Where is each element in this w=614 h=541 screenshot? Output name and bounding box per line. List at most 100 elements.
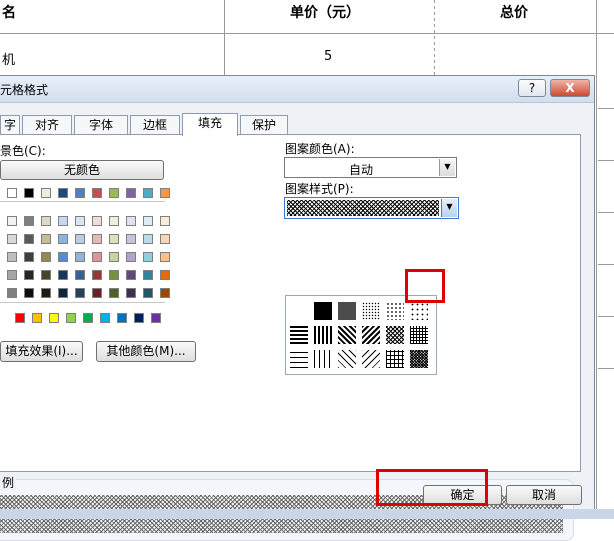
- chevron-down-icon[interactable]: ▼: [439, 159, 455, 176]
- pattern-option[interactable]: [410, 302, 428, 320]
- color-swatch[interactable]: [24, 216, 34, 226]
- color-swatch[interactable]: [83, 313, 93, 323]
- tab-protection[interactable]: 保护: [240, 115, 288, 134]
- close-button[interactable]: X: [550, 79, 590, 97]
- color-swatch[interactable]: [7, 234, 17, 244]
- color-swatch[interactable]: [32, 313, 42, 323]
- color-swatch[interactable]: [160, 270, 170, 280]
- color-swatch[interactable]: [143, 288, 153, 298]
- more-colors-button[interactable]: 其他颜色(M)...: [96, 341, 196, 362]
- color-swatch[interactable]: [126, 216, 136, 226]
- pattern-option[interactable]: [362, 302, 380, 320]
- color-swatch[interactable]: [7, 216, 17, 226]
- color-swatch[interactable]: [7, 270, 17, 280]
- color-swatch[interactable]: [126, 288, 136, 298]
- color-swatch[interactable]: [92, 188, 102, 198]
- color-swatch[interactable]: [58, 216, 68, 226]
- tab-number[interactable]: 字: [0, 115, 20, 134]
- color-swatch[interactable]: [15, 313, 25, 323]
- color-swatch[interactable]: [24, 252, 34, 262]
- color-swatch[interactable]: [7, 252, 17, 262]
- color-swatch[interactable]: [109, 270, 119, 280]
- color-swatch[interactable]: [58, 188, 68, 198]
- color-swatch[interactable]: [49, 313, 59, 323]
- pattern-option[interactable]: [314, 302, 332, 320]
- pattern-option[interactable]: [338, 326, 356, 344]
- pattern-option[interactable]: [314, 326, 332, 344]
- color-swatch[interactable]: [160, 216, 170, 226]
- color-swatch[interactable]: [92, 270, 102, 280]
- cell-unit-price[interactable]: 5: [324, 49, 332, 64]
- color-swatch[interactable]: [117, 313, 127, 323]
- pattern-option[interactable]: [290, 302, 308, 320]
- color-swatch[interactable]: [58, 288, 68, 298]
- color-swatch[interactable]: [41, 270, 51, 280]
- color-swatch[interactable]: [143, 188, 153, 198]
- pattern-option[interactable]: [314, 350, 332, 368]
- color-swatch[interactable]: [92, 234, 102, 244]
- color-swatch[interactable]: [160, 234, 170, 244]
- tab-border[interactable]: 边框: [130, 115, 180, 134]
- pattern-option[interactable]: [386, 302, 404, 320]
- color-swatch[interactable]: [75, 188, 85, 198]
- color-swatch[interactable]: [126, 234, 136, 244]
- cell-item-name[interactable]: 机: [2, 49, 15, 68]
- color-swatch[interactable]: [109, 188, 119, 198]
- no-color-button[interactable]: 无颜色: [0, 160, 164, 180]
- cancel-button[interactable]: 取消: [506, 485, 582, 505]
- color-swatch[interactable]: [41, 234, 51, 244]
- color-swatch[interactable]: [75, 270, 85, 280]
- color-swatch[interactable]: [92, 252, 102, 262]
- tab-font[interactable]: 字体: [74, 115, 128, 134]
- color-swatch[interactable]: [143, 270, 153, 280]
- color-swatch[interactable]: [143, 234, 153, 244]
- color-swatch[interactable]: [41, 216, 51, 226]
- pattern-option[interactable]: [410, 350, 428, 368]
- tab-alignment[interactable]: 对齐: [22, 115, 72, 134]
- color-swatch[interactable]: [160, 188, 170, 198]
- color-swatch[interactable]: [24, 234, 34, 244]
- pattern-option[interactable]: [386, 326, 404, 344]
- color-swatch[interactable]: [7, 188, 17, 198]
- color-swatch[interactable]: [134, 313, 144, 323]
- color-swatch[interactable]: [75, 216, 85, 226]
- chevron-down-icon[interactable]: ▼: [441, 199, 457, 217]
- pattern-option[interactable]: [338, 350, 356, 368]
- color-swatch[interactable]: [92, 288, 102, 298]
- pattern-option[interactable]: [338, 302, 356, 320]
- pattern-option[interactable]: [290, 326, 308, 344]
- color-swatch[interactable]: [58, 234, 68, 244]
- color-swatch[interactable]: [100, 313, 110, 323]
- pattern-color-dropdown[interactable]: 自动 ▼: [284, 157, 457, 178]
- pattern-option[interactable]: [290, 350, 308, 368]
- color-swatch[interactable]: [126, 270, 136, 280]
- pattern-option[interactable]: [410, 326, 428, 344]
- color-swatch[interactable]: [160, 288, 170, 298]
- color-swatch[interactable]: [143, 216, 153, 226]
- color-swatch[interactable]: [160, 252, 170, 262]
- color-swatch[interactable]: [24, 270, 34, 280]
- color-swatch[interactable]: [109, 216, 119, 226]
- tab-fill[interactable]: 填充: [182, 113, 238, 136]
- color-swatch[interactable]: [143, 252, 153, 262]
- help-button[interactable]: ?: [518, 79, 546, 97]
- color-swatch[interactable]: [151, 313, 161, 323]
- pattern-option[interactable]: [362, 350, 380, 368]
- color-swatch[interactable]: [58, 252, 68, 262]
- color-swatch[interactable]: [126, 188, 136, 198]
- dialog-titlebar[interactable]: 元格格式 ? X: [0, 76, 594, 103]
- color-swatch[interactable]: [126, 252, 136, 262]
- color-swatch[interactable]: [109, 252, 119, 262]
- color-swatch[interactable]: [58, 270, 68, 280]
- color-swatch[interactable]: [24, 288, 34, 298]
- color-swatch[interactable]: [7, 288, 17, 298]
- color-swatch[interactable]: [41, 288, 51, 298]
- color-swatch[interactable]: [41, 188, 51, 198]
- color-swatch[interactable]: [24, 188, 34, 198]
- color-swatch[interactable]: [66, 313, 76, 323]
- color-swatch[interactable]: [109, 288, 119, 298]
- color-swatch[interactable]: [41, 252, 51, 262]
- color-swatch[interactable]: [75, 288, 85, 298]
- color-swatch[interactable]: [75, 234, 85, 244]
- color-swatch[interactable]: [109, 234, 119, 244]
